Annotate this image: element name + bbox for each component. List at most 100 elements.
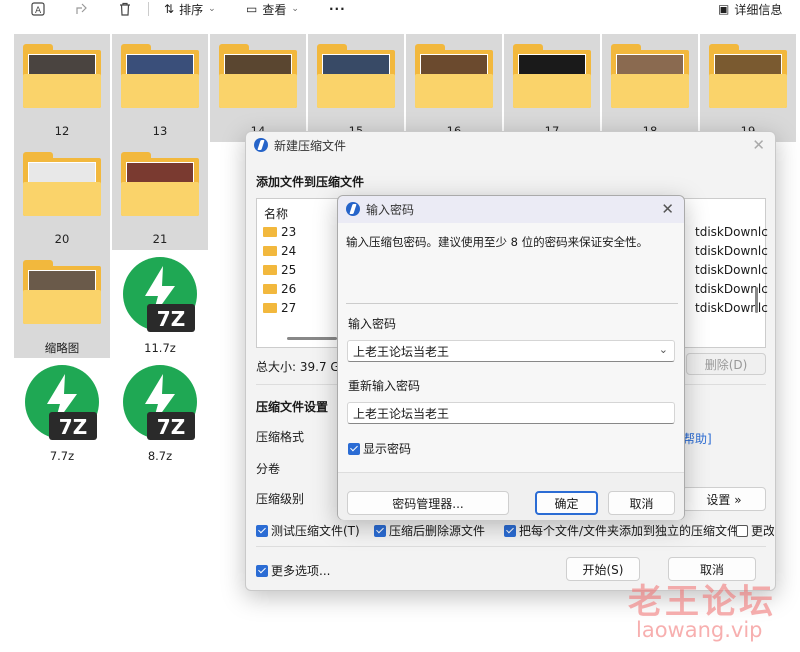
reenter-password-input[interactable]: 上老王论坛当老王 [347,402,675,424]
password-value: 上老王论坛当老王 [353,344,450,359]
list-item-label: 23 [281,225,297,239]
list-item-label: 25 [281,263,297,277]
opt-separate-label: 把每个文件/文件夹添加到独立的压缩文件 [519,524,740,538]
cancel-button[interactable]: 取消 [608,491,675,515]
password-manager-button[interactable]: 密码管理器... [347,491,509,515]
new-archive-title: 新建压缩文件 [274,138,347,153]
list-item-label: 26 [281,282,297,296]
list-item-label: 27 [281,301,297,315]
list-item[interactable]: 27 [263,301,296,315]
opt-delete-after[interactable]: 压缩后删除源文件 [374,522,485,539]
delete-button[interactable]: 删除(D) [686,353,766,375]
folder-item[interactable]: 18 [602,34,698,142]
folder-icon [121,44,199,108]
list-hscrollbar[interactable] [287,337,337,340]
chevron-down-icon[interactable]: ⌄ [659,343,668,356]
toolbar-divider [148,2,149,16]
divider [256,546,766,547]
details-pane-icon: ▣ [718,2,730,16]
folder-item[interactable]: 19 [700,34,796,142]
folder-item[interactable]: 12 [14,34,110,142]
watermark-logo: 老王论坛 [628,582,776,622]
checkbox-checked[interactable] [348,443,360,455]
password-input[interactable]: 上老王论坛当老王 ⌄ [347,340,675,362]
more-options[interactable]: 更多选项... [256,562,330,579]
list-item[interactable]: 25 [263,263,296,277]
list-item[interactable]: 23 [263,225,296,239]
checkbox-unchecked[interactable] [736,525,748,537]
password-dialog: 输入密码 ✕ 输入压缩包密码。建议使用至少 8 位的密码来保证安全性。 输入密码… [337,195,685,520]
folder-icon [263,265,277,275]
folder-icon [611,44,689,108]
settings-heading: 压缩文件设置 [256,400,329,414]
folder-item[interactable]: 13 [112,34,208,142]
file-label: 20 [54,232,70,246]
file-label: 12 [54,124,70,138]
app-icon [346,202,360,216]
ok-button[interactable]: 确定 [535,491,598,515]
list-header-name[interactable]: 名称 [264,205,288,222]
view-button[interactable]: ▭ 查看 ⌄ [246,0,299,18]
sort-label: 排序 [179,2,204,17]
archive-item[interactable]: 7Z 8.7z [112,358,208,466]
checkbox-checked[interactable] [374,525,386,537]
more-button[interactable]: ··· [329,0,346,18]
list-item-path: tdiskDownlc [695,263,768,277]
file-label: 7.7z [49,449,75,463]
close-icon[interactable]: ✕ [752,136,765,154]
show-password-label: 显示密码 [363,442,412,456]
opt-test[interactable]: 测试压缩文件(T) [256,522,360,539]
folder-item[interactable]: 缩略图 [14,250,110,358]
archive-item[interactable]: 7Z 7.7z [14,358,110,466]
chevron-down-icon: ⌄ [208,4,216,14]
opt-more[interactable]: 更改 [736,522,774,539]
more-label: ··· [329,2,346,16]
folder-item[interactable]: 15 [308,34,404,142]
checkbox-checked[interactable] [504,525,516,537]
list-item-label: 24 [281,244,297,258]
folder-icon [263,284,277,294]
reenter-password-label: 重新输入密码 [348,379,421,393]
list-scrollbar[interactable] [755,287,758,313]
watermark-url: laowang.vip [636,618,763,642]
details-button[interactable]: ▣ 详细信息 [718,0,782,18]
folder-icon [23,152,101,216]
settings-button[interactable]: 设置 » [682,487,766,511]
checkbox-checked[interactable] [256,525,268,537]
folder-item[interactable]: 17 [504,34,600,142]
folder-item[interactable]: 14 [210,34,306,142]
level-label: 压缩级别 [256,492,305,506]
opt-delete-after-label: 压缩后删除源文件 [389,524,486,538]
7z-archive-icon: 7Z [123,365,197,440]
details-label: 详细信息 [734,2,783,17]
folder-icon [415,44,493,108]
sort-button[interactable]: ⇅ 排序 ⌄ [164,0,216,18]
rename-icon[interactable]: A [30,0,46,18]
folder-item[interactable]: 21 [112,142,208,250]
folder-icon [23,260,101,324]
reenter-value: 上老王论坛当老王 [353,406,450,421]
app-icon [254,138,268,152]
close-icon[interactable]: ✕ [661,200,674,218]
delete-icon[interactable] [117,0,133,18]
new-archive-titlebar: 新建压缩文件 ✕ [246,132,775,158]
list-item[interactable]: 24 [263,244,296,258]
view-label: 查看 [262,2,287,17]
folder-icon [219,44,297,108]
folder-item[interactable]: 16 [406,34,502,142]
folder-icon [317,44,395,108]
share-icon[interactable] [74,0,90,18]
help-link[interactable]: 帮助] [683,430,712,447]
folder-item[interactable]: 20 [14,142,110,250]
folder-icon [709,44,787,108]
password-description: 输入压缩包密码。建议使用至少 8 位的密码来保证安全性。 [346,235,649,249]
7z-archive-icon: 7Z [25,365,99,440]
checkbox-checked[interactable] [256,565,268,577]
list-item[interactable]: 26 [263,282,296,296]
show-password-option[interactable]: 显示密码 [348,440,411,457]
folder-icon [263,303,277,313]
folder-icon [263,246,277,256]
svg-text:A: A [35,6,42,16]
opt-separate[interactable]: 把每个文件/文件夹添加到独立的压缩文件 [504,522,739,539]
archive-item[interactable]: 7Z 11.7z [112,250,208,358]
